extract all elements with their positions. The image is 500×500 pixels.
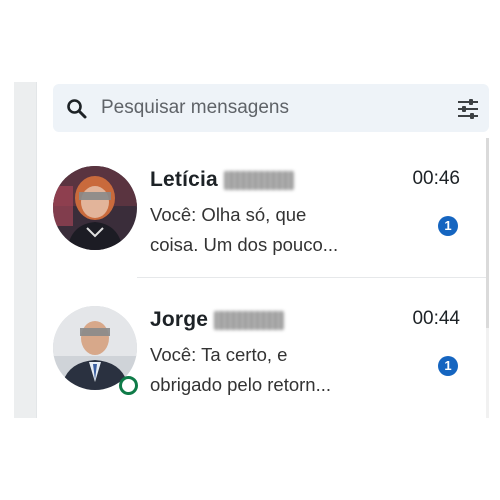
search-input[interactable] [101, 84, 441, 132]
search-bar[interactable] [53, 84, 489, 132]
contact-name: Jorge [150, 308, 209, 331]
online-status-indicator [119, 376, 138, 395]
contact-name: Letícia [150, 168, 218, 191]
unread-badge: 1 [438, 356, 458, 376]
message-preview-line: obrigado pelo retorn... [150, 374, 332, 395]
scrollbar-thumb[interactable] [486, 138, 489, 328]
search-icon [65, 97, 89, 121]
contact-name-row: Jorge [150, 306, 285, 334]
message-time: 00:44 [412, 308, 460, 329]
message-time: 00:46 [412, 168, 460, 189]
messages-panel: Letícia 00:46 Você: Olha só, que coisa. … [36, 82, 489, 418]
left-gutter [14, 82, 36, 418]
filter-icon[interactable] [455, 96, 481, 122]
message-preview: Você: Olha só, que coisa. Um dos pouco..… [150, 200, 380, 260]
message-preview-line: Você: Olha só, que [150, 204, 307, 225]
contact-name-row: Letícia [150, 166, 294, 194]
redacted-surname [214, 310, 285, 330]
conversation-item[interactable]: Jorge 00:44 Você: Ta certo, e obrigado p… [37, 278, 486, 418]
avatar [53, 166, 137, 250]
redacted-surname [223, 170, 294, 190]
messaging-frame: Letícia 00:46 Você: Olha só, que coisa. … [0, 0, 500, 500]
message-preview-line: Você: Ta certo, e [150, 344, 288, 365]
message-preview-line: coisa. Um dos pouco... [150, 234, 339, 255]
conversation-item[interactable]: Letícia 00:46 Você: Olha só, que coisa. … [37, 138, 486, 278]
message-preview: Você: Ta certo, e obrigado pelo retorn..… [150, 340, 380, 400]
unread-badge: 1 [438, 216, 458, 236]
